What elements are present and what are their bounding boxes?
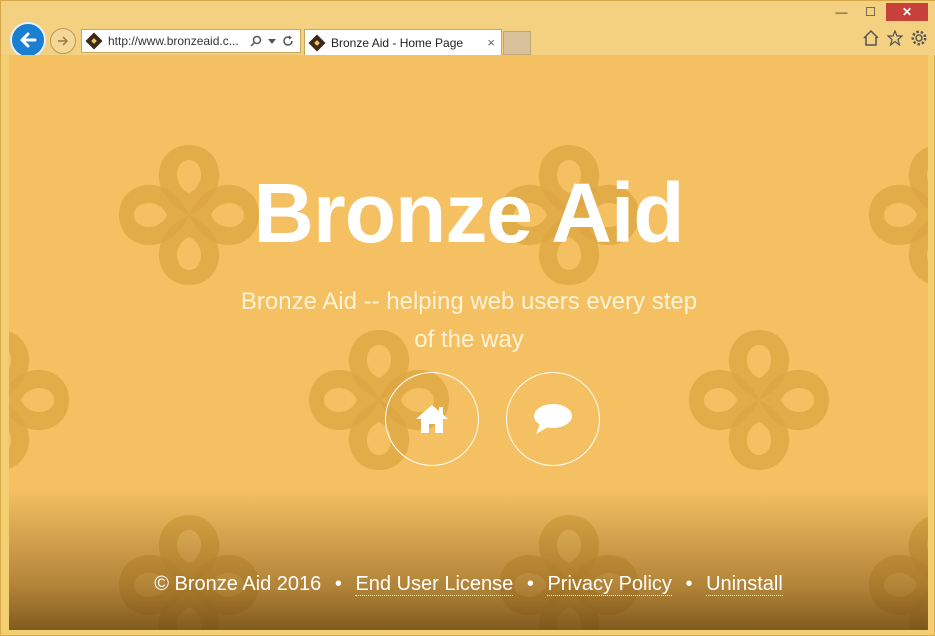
forward-button[interactable] — [50, 28, 76, 54]
browser-toolbar: — ☐ ✕ http://www.bronzeaid.c... Bronze A… — [1, 1, 935, 58]
footer-separator: • — [526, 573, 534, 595]
home-button[interactable] — [385, 372, 479, 466]
tab-title: Bronze Aid - Home Page — [331, 35, 464, 50]
favorites-star-icon[interactable] — [886, 29, 904, 47]
new-tab-button[interactable] — [503, 31, 531, 55]
minimize-button[interactable]: — — [828, 3, 855, 21]
tab-home-page[interactable]: Bronze Aid - Home Page × — [304, 29, 502, 55]
page-footer: © Bronze Aid 2016 • End User License • P… — [9, 573, 928, 596]
page-title: Bronze Aid — [253, 166, 684, 260]
browser-right-icons — [862, 29, 928, 47]
address-url: http://www.bronzeaid.c... — [108, 34, 239, 48]
arrow-left-icon — [20, 32, 37, 48]
dropdown-arrow-icon[interactable] — [268, 35, 276, 47]
home-browser-icon[interactable] — [862, 29, 880, 47]
tab-favicon-icon — [308, 34, 326, 51]
uninstall-link[interactable]: Uninstall — [706, 573, 783, 596]
maximize-button[interactable]: ☐ — [857, 3, 884, 21]
address-bar[interactable]: http://www.bronzeaid.c... — [81, 29, 301, 53]
privacy-policy-link[interactable]: Privacy Policy — [547, 573, 672, 596]
close-window-button[interactable]: ✕ — [886, 3, 928, 21]
footer-separator: • — [334, 573, 342, 595]
chat-bubble-icon — [534, 404, 572, 434]
end-user-license-link[interactable]: End User License — [355, 573, 514, 596]
refresh-icon[interactable] — [282, 35, 294, 47]
settings-gear-icon[interactable] — [910, 29, 928, 47]
page-subtitle: Bronze Aid -- helping web users every st… — [240, 288, 698, 353]
site-favicon-icon — [85, 32, 103, 50]
footer-copyright: © Bronze Aid 2016 — [154, 573, 322, 595]
window-controls: — ☐ ✕ — [826, 3, 928, 21]
search-icon[interactable] — [250, 35, 262, 47]
chat-button[interactable] — [506, 372, 600, 466]
page-viewport: Bronze Aid Bronze Aid -- helping web use… — [9, 55, 928, 630]
footer-separator: • — [685, 573, 693, 595]
back-button[interactable] — [10, 22, 46, 58]
tab-close-button[interactable]: × — [487, 35, 501, 50]
browser-window: — ☐ ✕ http://www.bronzeaid.c... Bronze A… — [0, 0, 935, 636]
home-icon — [416, 405, 448, 433]
arrow-right-icon — [58, 36, 69, 46]
footer-gradient — [9, 490, 928, 630]
